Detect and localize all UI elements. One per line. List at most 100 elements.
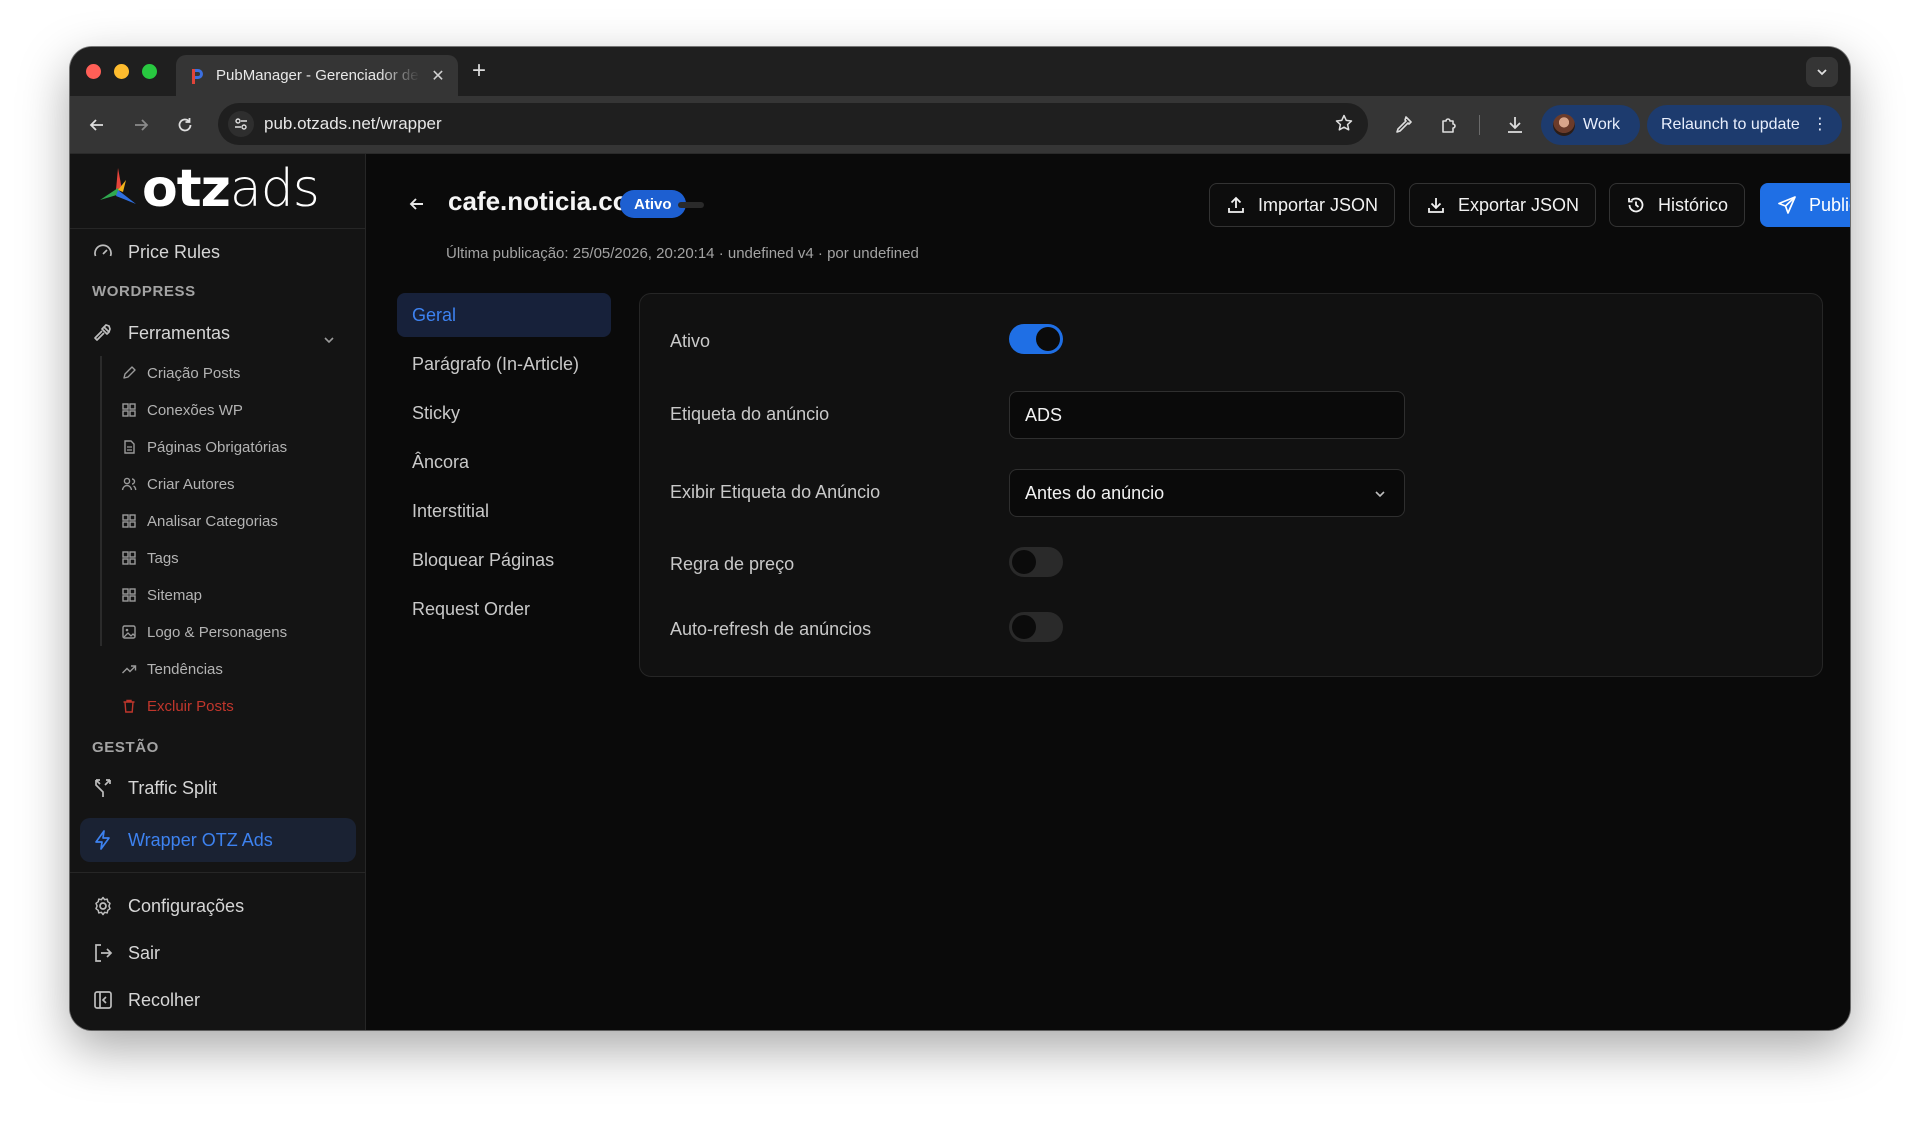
settings-tab-request-order[interactable]: Request Order (397, 587, 611, 631)
forward-button[interactable] (128, 112, 154, 138)
reload-button[interactable] (172, 112, 198, 138)
publish-button[interactable]: Publicar (1760, 183, 1850, 227)
back-arrow-icon[interactable] (405, 192, 429, 216)
sidebar-subitem-tendencias[interactable]: Tendências (120, 654, 223, 684)
sidebar-subitem-tags[interactable]: Tags (120, 543, 179, 573)
sidebar-item-configuracoes[interactable]: Configurações (92, 888, 244, 924)
avatar (1553, 114, 1575, 136)
browser-tab-active[interactable]: PubManager - Gerenciador de ✕ (176, 55, 458, 96)
sidebar-subitem-sitemap[interactable]: Sitemap (120, 580, 202, 610)
close-window-button[interactable] (86, 64, 101, 79)
sidebar-subitem-paginas-obrigatorias[interactable]: Páginas Obrigatórias (120, 432, 287, 462)
back-button[interactable] (84, 112, 110, 138)
sidebar-item-label: Recolher (128, 989, 201, 1010)
otzads-logo-mark-icon (100, 168, 136, 204)
send-icon (1777, 195, 1797, 215)
main-content: cafe.noticia.com Ativo Última publicação… (367, 154, 1850, 1030)
sidebar-subitem-criacao-posts[interactable]: Criação Posts (120, 358, 240, 388)
sidebar-subitem-criar-autores[interactable]: Criar Autores (120, 469, 235, 499)
chevron-down-icon[interactable] (321, 332, 337, 353)
minimize-window-button[interactable] (114, 64, 129, 79)
sidebar-subitem-label: Tendências (147, 660, 223, 678)
sidebar-subitem-logo-personagens[interactable]: Logo & Personagens (120, 617, 287, 647)
sidebar-subitem-excluir-posts[interactable]: Excluir Posts (120, 691, 234, 721)
ativo-label: Ativo (670, 331, 711, 351)
regra-preco-toggle[interactable] (1009, 547, 1063, 577)
relaunch-label: Relaunch to update (1661, 116, 1800, 133)
logo-text: otzads (142, 159, 320, 219)
settings-tab-ancora[interactable]: Âncora (397, 440, 611, 484)
sidebar-divider (70, 228, 366, 229)
history-label: Histórico (1658, 194, 1729, 215)
auto-refresh-label: Auto-refresh de anúncios (670, 619, 872, 639)
settings-tab-paragrafo[interactable]: Parágrafo (In-Article) (397, 342, 611, 386)
relaunch-button[interactable]: Relaunch to update ⋮ (1647, 105, 1842, 145)
profile-button[interactable]: Work (1541, 105, 1640, 145)
tab-close-icon[interactable]: ✕ (430, 66, 446, 86)
maximize-window-button[interactable] (142, 64, 157, 79)
download-icon (1426, 195, 1446, 215)
bookmark-star-icon[interactable] (1334, 113, 1354, 138)
arrow-right-icon (135, 119, 149, 131)
reload-icon (178, 118, 192, 132)
toolbar-divider (1479, 115, 1480, 135)
sidebar-divider (70, 872, 366, 873)
sidebar: otzads Price Rules WORDPRESS Ferramentas (70, 154, 366, 1030)
sidebar-item-wrapper-otz-ads[interactable]: Wrapper OTZ Ads (92, 822, 273, 858)
sidebar-item-traffic-split[interactable]: Traffic Split (92, 770, 217, 806)
settings-tab-bloquear-paginas[interactable]: Bloquear Páginas (397, 538, 611, 582)
exibir-etiqueta-select[interactable]: Antes do anúncio (1009, 469, 1405, 517)
otzads-logo[interactable]: otzads (96, 159, 320, 219)
toggle-knob (1036, 327, 1060, 351)
file-icon (120, 439, 137, 456)
etiqueta-input[interactable] (1009, 391, 1405, 439)
grid-icon (120, 587, 137, 604)
image-icon (120, 624, 137, 641)
sidebar-item-label: Sair (128, 942, 161, 963)
address-bar[interactable]: pub.otzads.net/wrapper (218, 103, 1368, 145)
history-button[interactable]: Histórico (1609, 183, 1746, 227)
section-wordpress: WORDPRESS (92, 283, 196, 300)
tab-search-button[interactable] (1806, 57, 1838, 87)
sidebar-subitem-analisar-categorias[interactable]: Analisar Categorias (120, 506, 278, 536)
site-settings-icon[interactable] (228, 111, 254, 137)
sidebar-item-ferramentas[interactable]: Ferramentas (92, 315, 230, 351)
regra-preco-label: Regra de preço (670, 554, 795, 574)
sidebar-subitem-label: Sitemap (147, 586, 203, 604)
sidebar-subitem-label: Tags (147, 549, 179, 567)
sidebar-item-sair[interactable]: Sair (92, 935, 160, 971)
new-tab-button[interactable]: + (472, 59, 486, 83)
tab-title: PubManager - Gerenciador de (216, 67, 419, 84)
settings-tab-sticky[interactable]: Sticky (397, 391, 611, 435)
users-icon (120, 476, 137, 493)
downloads-icon[interactable] (1502, 112, 1528, 138)
history-icon (1626, 195, 1646, 215)
import-json-label: Importar JSON (1258, 194, 1379, 215)
sidebar-item-price-rules[interactable]: Price Rules (92, 234, 220, 270)
export-json-button[interactable]: Exportar JSON (1409, 183, 1597, 227)
sidebar-subitem-label: Criar Autores (147, 475, 235, 493)
trash-icon (120, 698, 137, 715)
sidebar-subitem-conexoes-wp[interactable]: Conexões WP (120, 395, 243, 425)
import-json-button[interactable]: Importar JSON (1209, 183, 1396, 227)
sidebar-item-recolher[interactable]: Recolher (92, 982, 200, 1018)
settings-tab-interstitial[interactable]: Interstitial (397, 489, 611, 533)
extensions-puzzle-icon[interactable] (1436, 112, 1462, 138)
export-json-label: Exportar JSON (1458, 194, 1580, 215)
browser-window: PubManager - Gerenciador de ✕ + pub.otza… (70, 47, 1850, 1030)
ativo-toggle[interactable] (1009, 324, 1063, 354)
etiqueta-label: Etiqueta do anúncio (670, 404, 830, 424)
chevron-down-icon (1817, 69, 1827, 76)
settings-tab-geral[interactable]: Geral (397, 293, 611, 337)
auto-refresh-toggle[interactable] (1009, 612, 1063, 642)
arrow-left-icon (89, 119, 103, 131)
sidebar-subitem-label: Conexões WP (147, 401, 243, 419)
url-text: pub.otzads.net/wrapper (264, 114, 442, 133)
more-vert-icon[interactable]: ⋮ (1812, 115, 1828, 135)
section-gestao: GESTÃO (92, 739, 159, 756)
logout-icon (92, 942, 114, 964)
toggle-knob (1012, 615, 1036, 639)
sidebar-subitem-label: Páginas Obrigatórias (147, 438, 288, 456)
status-badge: Ativo (620, 190, 686, 218)
eyedropper-extension-icon[interactable] (1390, 112, 1416, 138)
